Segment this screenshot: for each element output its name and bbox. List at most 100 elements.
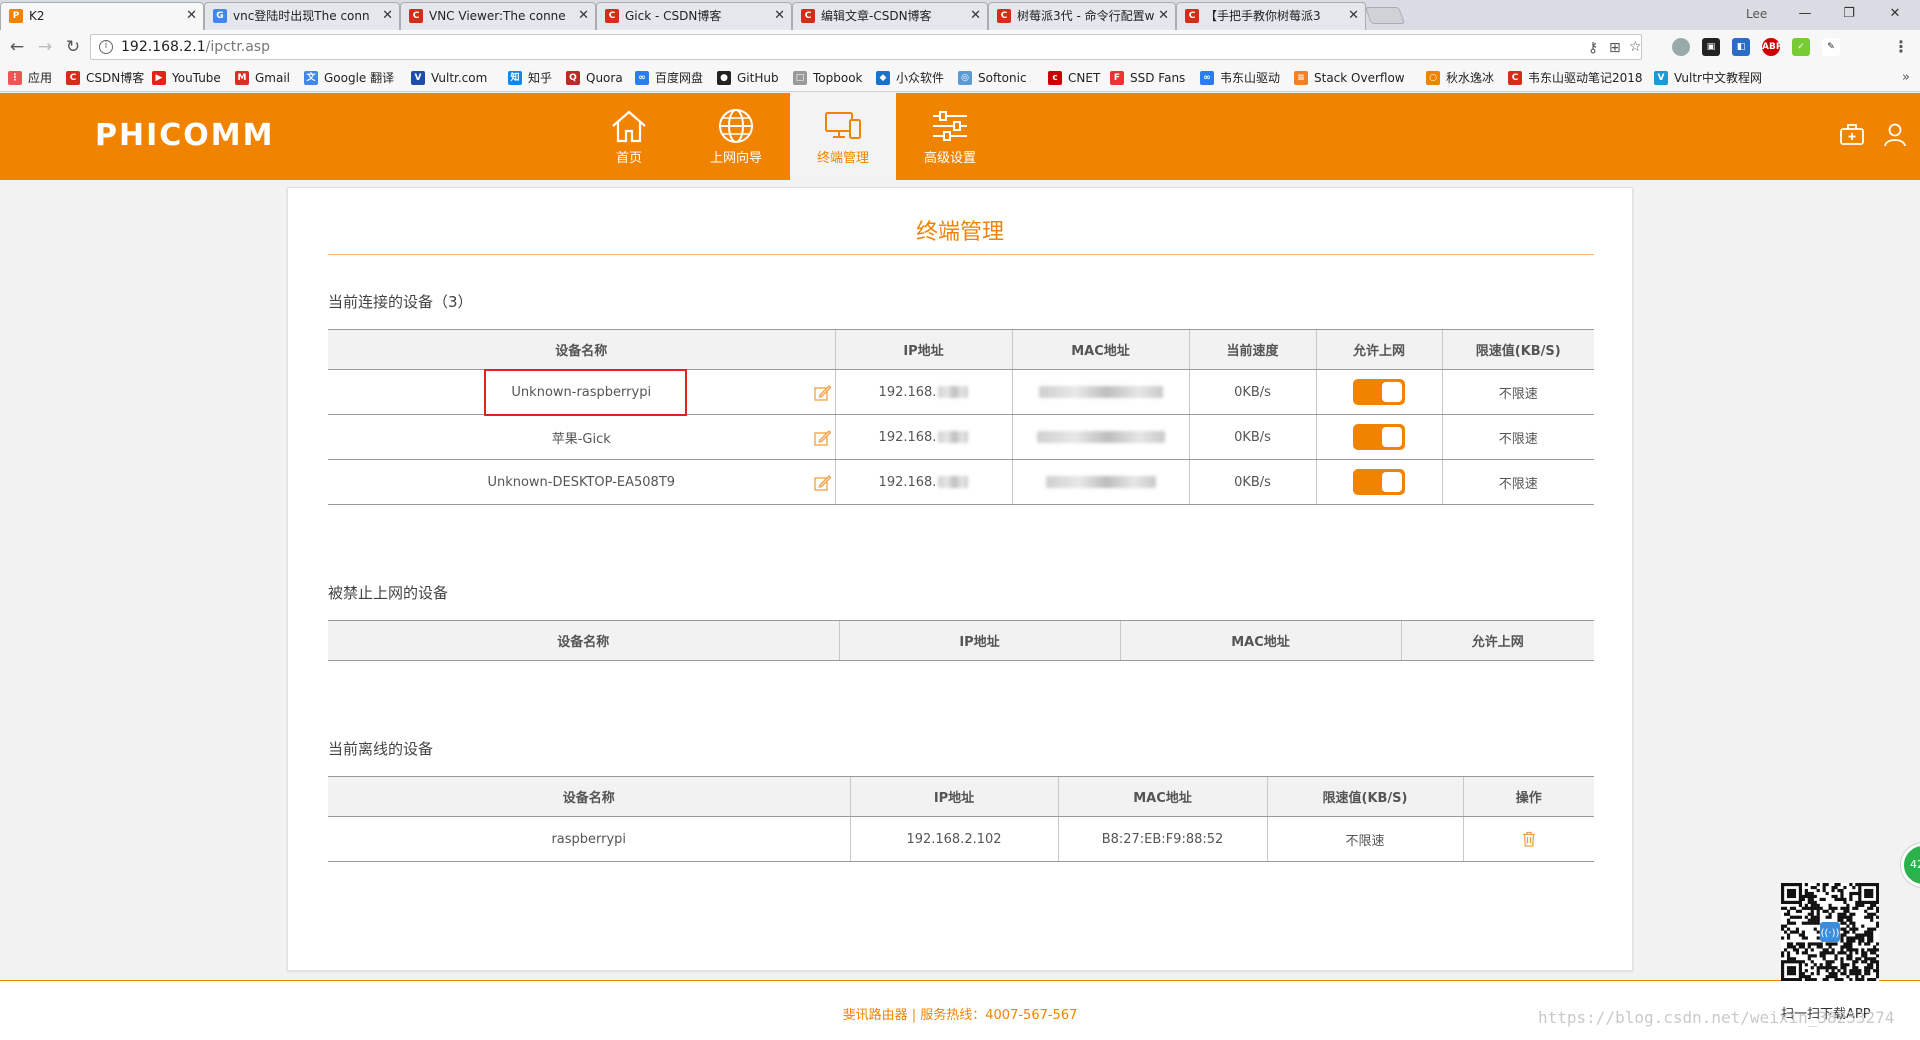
adblock-icon[interactable]: ABP <box>1762 38 1782 56</box>
bookmark-item[interactable]: ≡ Stack Overflow <box>1294 70 1405 86</box>
bookmark-item[interactable]: ∞ 百度网盘 <box>635 70 703 86</box>
bookmark-item[interactable]: F SSD Fans <box>1110 70 1185 86</box>
bookmark-item[interactable]: V Vultr中文教程网 <box>1654 70 1762 86</box>
edit-icon[interactable] <box>813 430 831 446</box>
tab-close-icon[interactable]: ✕ <box>970 3 981 29</box>
browser-tab[interactable]: C 编辑文章-CSDN博客 ✕ <box>792 2 988 30</box>
close-window-button[interactable]: ✕ <box>1875 0 1915 28</box>
extension-circle-icon[interactable] <box>1672 38 1690 56</box>
bookmark-item[interactable]: 文 Google 翻译 <box>304 70 394 86</box>
maximize-button[interactable]: ❐ <box>1829 0 1869 28</box>
info-icon[interactable]: i <box>99 40 113 54</box>
menu-icon[interactable]: ⋮ <box>1892 38 1910 56</box>
bookmark-item[interactable]: ⋮ 应用 <box>8 70 52 86</box>
bookmark-icon: ○ <box>1426 71 1440 85</box>
csdn-favicon: C <box>1185 9 1199 23</box>
tab-close-icon[interactable]: ✕ <box>578 3 589 29</box>
allow-internet-toggle[interactable] <box>1353 469 1405 495</box>
bookmark-item[interactable]: ∞ 韦东山驱动 <box>1200 70 1280 86</box>
tab-close-icon[interactable]: ✕ <box>1348 3 1359 29</box>
nav-advanced[interactable]: 高级设置 <box>897 93 1003 180</box>
bookmark-label: CSDN博客 <box>86 71 145 85</box>
allow-cell <box>1315 459 1442 505</box>
bookmark-item[interactable]: □ Topbook <box>793 70 863 86</box>
bookmark-item[interactable]: c CNET <box>1048 70 1100 86</box>
toolbox-icon[interactable] <box>1840 123 1864 145</box>
bookmark-star-icon[interactable]: ☆ <box>1629 35 1642 59</box>
nav-advanced-label: 高级设置 <box>923 151 976 166</box>
bookmark-item[interactable]: ◎ Softonic <box>958 70 1027 86</box>
profile-name[interactable]: Lee <box>1746 7 1767 21</box>
home-icon <box>612 110 646 143</box>
user-icon[interactable] <box>1884 123 1906 147</box>
extension-blue-icon[interactable]: ◧ <box>1732 38 1750 56</box>
phicomm-logo: PHICOMM <box>95 118 275 153</box>
bookmark-item[interactable]: C 韦东山驱动笔记2018 <box>1508 70 1643 86</box>
back-button[interactable]: ← <box>6 36 28 58</box>
side-float-badge[interactable]: 42 <box>1901 843 1920 887</box>
edit-icon[interactable] <box>813 385 831 401</box>
bookmark-item[interactable]: ○ 秋水逸冰 <box>1426 70 1494 86</box>
bookmark-item[interactable]: ● GitHub <box>717 70 779 86</box>
translate-icon[interactable]: ⊞ <box>1609 36 1621 60</box>
key-icon[interactable]: ⚷ <box>1588 36 1598 60</box>
trash-icon[interactable] <box>1522 831 1536 847</box>
bookmark-item[interactable]: M Gmail <box>235 70 290 86</box>
nav-terminal-management[interactable]: 终端管理 <box>790 93 896 180</box>
browser-tab[interactable]: P K2 ✕ <box>0 2 204 30</box>
col-allow: 允许上网 <box>1315 329 1442 370</box>
browser-tab[interactable]: C Gick - CSDN博客 ✕ <box>596 2 792 30</box>
col-ip: IP地址 <box>838 620 1120 661</box>
device-name: raspberrypi <box>328 816 850 862</box>
browser-tab[interactable]: Gvnc登陆时出现The conn ✕ <box>204 2 400 30</box>
nav-terminal-label: 终端管理 <box>816 151 869 166</box>
tab-close-icon[interactable]: ✕ <box>382 3 393 29</box>
allow-internet-toggle[interactable] <box>1353 424 1405 450</box>
browser-tab[interactable]: C 【手把手教你树莓派3 ✕ <box>1176 2 1366 30</box>
csdn-favicon: C <box>997 9 1011 23</box>
extension-green-icon[interactable]: ✓ <box>1792 38 1810 56</box>
new-tab-button[interactable] <box>1364 7 1406 24</box>
bookmark-item[interactable]: Q Quora <box>566 70 623 86</box>
minimize-button[interactable]: — <box>1785 0 1825 28</box>
redacted-mac <box>1045 476 1156 488</box>
bookmarks-overflow-icon[interactable]: » <box>1902 70 1910 85</box>
mac-cell <box>1011 369 1189 415</box>
extension-leaf-icon[interactable]: ✎ <box>1822 38 1840 56</box>
nav-home[interactable]: 首页 <box>576 93 682 180</box>
col-speed: 当前速度 <box>1188 329 1316 370</box>
bookmark-label: YouTube <box>172 71 221 85</box>
qr-code-image: ((·)) <box>1781 883 1879 981</box>
limit-cell: 不限速 <box>1441 459 1594 505</box>
forward-button[interactable]: → <box>34 36 56 58</box>
bookmark-item[interactable]: V Vultr.com <box>411 70 487 86</box>
bookmark-item[interactable]: ▶ YouTube <box>152 70 221 86</box>
ip-prefix: 192.168. <box>878 384 937 400</box>
bookmark-icon: V <box>411 71 425 85</box>
tab-close-icon[interactable]: ✕ <box>1158 3 1169 29</box>
address-bar[interactable]: i 192.168.2.1/ipctr.asp ⚷ ⊞ ☆ <box>90 34 1642 60</box>
bookmark-item[interactable]: 知知乎 <box>508 70 552 86</box>
col-mac: MAC地址 <box>1057 776 1267 817</box>
edit-icon[interactable] <box>813 475 831 491</box>
bookmark-item[interactable]: C CSDN博客 <box>66 70 144 86</box>
ip-cell: 192.168. <box>834 459 1012 505</box>
bookmark-label: 知乎 <box>528 71 553 85</box>
router-header: PHICOMM 首页 上网向导 终端管理 高级设置 <box>0 93 1920 180</box>
bookmark-label: 应用 <box>28 71 53 85</box>
nav-wizard[interactable]: 上网向导 <box>683 93 789 180</box>
bookmark-item[interactable]: ◆ 小众软件 <box>876 70 944 86</box>
tab-close-icon[interactable]: ✕ <box>774 3 785 29</box>
tab-title: 树莓派3代 - 命令行配置w <box>1017 9 1155 23</box>
extension-dark-icon[interactable]: ▣ <box>1702 38 1720 56</box>
browser-tab[interactable]: C VNC Viewer:The conne ✕ <box>400 2 596 30</box>
tab-close-icon[interactable]: ✕ <box>186 3 197 29</box>
allow-internet-toggle[interactable] <box>1353 379 1405 405</box>
col-action: 操作 <box>1462 776 1594 817</box>
browser-tab[interactable]: C 树莓派3代 - 命令行配置w ✕ <box>988 2 1176 30</box>
reload-button[interactable]: ↻ <box>62 36 84 58</box>
connected-devices-title: 当前连接的设备（3） <box>328 293 473 311</box>
tab-title: 【手把手教你树莓派3 <box>1205 9 1321 23</box>
url-path: /ipctr.asp <box>205 39 270 55</box>
speed-cell: 0KB/s <box>1188 414 1316 460</box>
